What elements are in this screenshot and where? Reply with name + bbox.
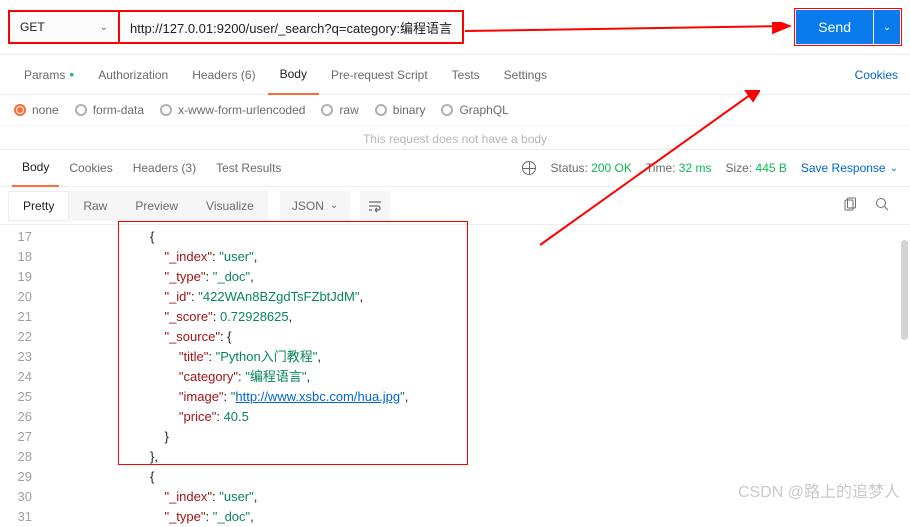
- view-visualize[interactable]: Visualize: [192, 191, 268, 221]
- radio-xwww[interactable]: x-www-form-urlencoded: [160, 103, 305, 117]
- tab-params[interactable]: Params: [12, 55, 86, 95]
- format-select[interactable]: JSON ⌄: [280, 191, 350, 221]
- radio-graphql[interactable]: GraphQL: [441, 103, 508, 117]
- radio-raw[interactable]: raw: [321, 103, 358, 117]
- status-info: Status: 200 OK: [550, 161, 631, 175]
- request-tabs: Params Authorization Headers (6) Body Pr…: [0, 55, 910, 95]
- url-input[interactable]: http://127.0.01:9200/user/_search?q=cate…: [120, 10, 464, 44]
- rtab-testresults[interactable]: Test Results: [206, 149, 291, 187]
- radio-icon: [441, 104, 453, 116]
- watermark: CSDN @路上的追梦人: [738, 478, 900, 502]
- radio-icon: [375, 104, 387, 116]
- rtab-headers[interactable]: Headers (3): [123, 149, 206, 187]
- body-type-row: none form-data x-www-form-urlencoded raw…: [0, 95, 910, 126]
- url-value: http://127.0.01:9200/user/_search?q=cate…: [130, 18, 452, 37]
- method-value: GET: [20, 20, 45, 34]
- view-tabs: Pretty Raw Preview Visualize: [8, 191, 268, 221]
- search-icon[interactable]: [875, 197, 890, 215]
- chevron-down-icon: ⌄: [100, 22, 108, 33]
- tab-prerequest[interactable]: Pre-request Script: [319, 55, 440, 95]
- save-response[interactable]: Save Response ⌄: [801, 161, 898, 175]
- scrollbar[interactable]: [901, 240, 908, 340]
- rtab-body[interactable]: Body: [12, 149, 59, 187]
- radio-binary[interactable]: binary: [375, 103, 426, 117]
- method-select[interactable]: GET ⌄: [8, 10, 120, 44]
- tab-body[interactable]: Body: [268, 55, 319, 95]
- copy-icon[interactable]: [842, 197, 857, 215]
- tab-authorization[interactable]: Authorization: [86, 55, 180, 95]
- radio-icon: [160, 104, 172, 116]
- radio-icon: [321, 104, 333, 116]
- view-raw[interactable]: Raw: [69, 191, 121, 221]
- no-body-message: This request does not have a body: [0, 126, 910, 149]
- radio-formdata[interactable]: form-data: [75, 103, 144, 117]
- time-info: Time: 32 ms: [646, 161, 712, 175]
- chevron-down-icon: ⌄: [890, 163, 898, 174]
- radio-none[interactable]: none: [14, 103, 59, 117]
- tab-tests[interactable]: Tests: [440, 55, 492, 95]
- rtab-cookies[interactable]: Cookies: [59, 149, 122, 187]
- radio-icon: [14, 104, 26, 116]
- chevron-down-icon: ⌄: [883, 22, 891, 33]
- send-button[interactable]: Send: [796, 10, 873, 44]
- size-info: Size: 445 B: [725, 161, 786, 175]
- tab-settings[interactable]: Settings: [492, 55, 559, 95]
- view-preview[interactable]: Preview: [121, 191, 192, 221]
- tab-headers[interactable]: Headers (6): [180, 55, 267, 95]
- send-button-group: Send ⌄: [794, 8, 902, 46]
- view-pretty[interactable]: Pretty: [8, 191, 69, 221]
- send-dropdown[interactable]: ⌄: [874, 10, 900, 44]
- chevron-down-icon: ⌄: [330, 200, 338, 211]
- radio-icon: [75, 104, 87, 116]
- cookies-link[interactable]: Cookies: [855, 68, 898, 82]
- wrap-lines-icon[interactable]: [360, 191, 390, 221]
- response-tabs: Body Cookies Headers (3) Test Results St…: [0, 149, 910, 187]
- globe-icon[interactable]: [522, 161, 536, 175]
- view-row: Pretty Raw Preview Visualize JSON ⌄: [0, 187, 910, 225]
